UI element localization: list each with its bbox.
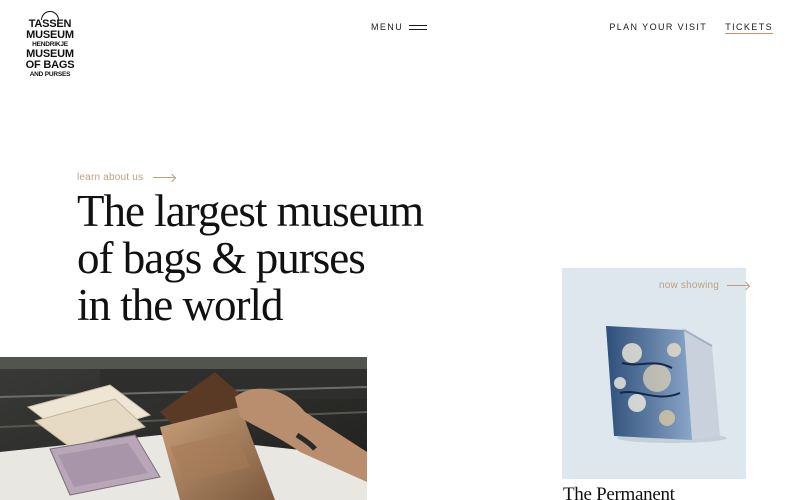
arrow-right-icon xyxy=(153,174,176,181)
site-logo[interactable]: TASSEN MUSEUM HENDRIKJE MUSEUM OF BAGS A… xyxy=(25,11,75,78)
exhibit-card[interactable] xyxy=(562,268,746,479)
logo-line-4: MUSEUM xyxy=(26,47,74,60)
learn-about-us-label: learn about us xyxy=(77,172,144,183)
learn-about-us-link[interactable]: learn about us xyxy=(77,172,176,183)
now-showing-label: now showing xyxy=(659,280,720,291)
menu-button[interactable]: MENU xyxy=(371,22,428,32)
arrow-right-icon xyxy=(727,282,750,289)
menu-icon xyxy=(409,24,428,30)
top-nav: PLAN YOUR VISIT TICKETS xyxy=(609,22,773,34)
headline-line-2: of bags & purses xyxy=(77,233,366,283)
exhibit-bag-image xyxy=(606,326,727,443)
menu-label: MENU xyxy=(371,22,404,32)
headline-line-1: The largest museum xyxy=(77,186,424,236)
plan-visit-link[interactable]: PLAN YOUR VISIT xyxy=(609,22,707,34)
logo-line-5: OF BAGS xyxy=(25,58,75,71)
logo-line-6: AND PURSES xyxy=(29,70,71,78)
logo-line-2: MUSEUM xyxy=(26,29,74,41)
headline-line-3: in the world xyxy=(77,280,283,330)
tickets-link[interactable]: TICKETS xyxy=(725,22,773,34)
hero-photo xyxy=(0,357,367,500)
hero-headline: The largest museum of bags & purses in t… xyxy=(77,188,517,329)
now-showing-link[interactable]: now showing xyxy=(659,280,750,291)
exhibit-title[interactable]: The Permanent xyxy=(563,484,675,500)
